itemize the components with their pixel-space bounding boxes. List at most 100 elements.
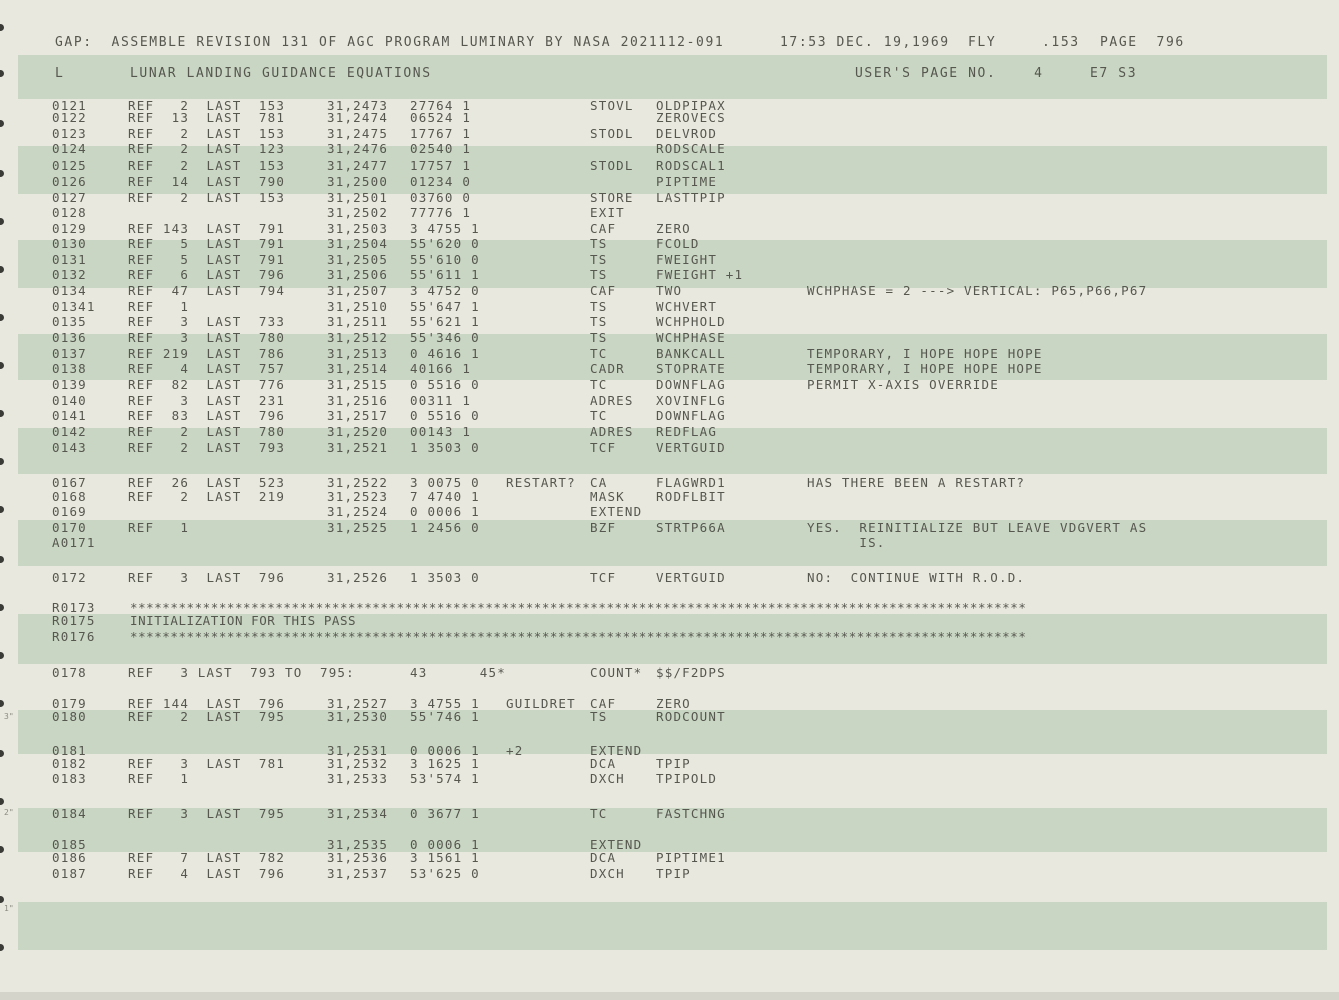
listing-op: CAF xyxy=(590,221,617,236)
listing-ref: REF 7 LAST 782 xyxy=(128,850,286,865)
listing-operand: TPIPOLD xyxy=(656,771,718,786)
listing-line: R0175 xyxy=(52,613,96,628)
listing-op: TCF xyxy=(590,440,617,455)
listing-full: ****************************************… xyxy=(130,629,1027,644)
listing-line: A0171 xyxy=(52,535,96,550)
listing-ref: REF 5 LAST 791 xyxy=(128,252,286,267)
listing-word: 17757 1 xyxy=(410,158,472,173)
listing-op: CA xyxy=(590,475,608,490)
listing-op: EXTEND xyxy=(590,504,643,519)
assembly-title: GAP: ASSEMBLE REVISION 131 OF AGC PROGRA… xyxy=(55,35,725,50)
listing-op: TS xyxy=(590,709,608,724)
listing-comment: TEMPORARY, I HOPE HOPE HOPE xyxy=(807,361,1043,376)
listing-ref: REF 2 LAST 153 xyxy=(128,158,286,173)
listing-operand: WCHPHOLD xyxy=(656,314,726,329)
listing-ref: REF 3 LAST 796 xyxy=(128,570,286,585)
listing-line: 0167 xyxy=(52,475,87,490)
listing-line: 0186 xyxy=(52,850,87,865)
listing-op: TC xyxy=(590,377,608,392)
listing-operand: $$/F2DPS xyxy=(656,665,726,680)
listing-op: STODL xyxy=(590,126,634,141)
listing-line: 0182 xyxy=(52,756,87,771)
listing-ref: REF 2 LAST 123 xyxy=(128,141,286,156)
listing-ref: REF 2 LAST 780 xyxy=(128,424,286,439)
listing-ref: REF 47 LAST 794 xyxy=(128,283,286,298)
listing-word: 06524 1 xyxy=(410,110,472,125)
listing-line: 0168 xyxy=(52,489,87,504)
listing-ref: REF 14 LAST 790 xyxy=(128,174,286,189)
listing-addr: 31,2500 xyxy=(327,174,389,189)
listing-addr: 31,2474 xyxy=(327,110,389,125)
listing-ref: REF 5 LAST 791 xyxy=(128,236,286,251)
listing-addr: 31,2516 xyxy=(327,393,389,408)
listing-ref: REF 219 LAST 786 xyxy=(128,346,286,361)
listing-operand: DOWNFLAG xyxy=(656,408,726,423)
listing-line: R0176 xyxy=(52,629,96,644)
listing-addr: 31,2520 xyxy=(327,424,389,439)
listing-operand: FASTCHNG xyxy=(656,806,726,821)
listing-word: 02540 1 xyxy=(410,141,472,156)
listing-op: ADRES xyxy=(590,424,634,439)
feed-hole xyxy=(0,556,4,563)
listing-op: DCA xyxy=(590,850,617,865)
listing-word: 7 4740 1 xyxy=(410,489,480,504)
feed-hole xyxy=(0,120,4,127)
listing-line: 0172 xyxy=(52,570,87,585)
listing-word: 3 1561 1 xyxy=(410,850,480,865)
listing-word: 1 3503 0 xyxy=(410,440,480,455)
listing-line: 0122 xyxy=(52,110,87,125)
listing-addr: 31,2537 xyxy=(327,866,389,881)
listing-op: STOVL xyxy=(590,98,634,113)
listing-addr: 31,2530 xyxy=(327,709,389,724)
listing-line: 0169 xyxy=(52,504,87,519)
feed-hole xyxy=(0,604,4,611)
listing-op: ADRES xyxy=(590,393,634,408)
listing-line: 0183 xyxy=(52,771,87,786)
listing-addr: 31,2536 xyxy=(327,850,389,865)
listing-line: 0131 xyxy=(52,252,87,267)
listing-word: 43 45* xyxy=(410,665,506,680)
listing-comment: PERMIT X-AXIS OVERRIDE xyxy=(807,377,999,392)
listing-addr: 31,2510 xyxy=(327,299,389,314)
listing-operand: RODSCAL1 xyxy=(656,158,726,173)
listing-operand: TPIP xyxy=(656,866,691,881)
listing-op: CADR xyxy=(590,361,625,376)
listing-line: 0140 xyxy=(52,393,87,408)
listing-line: 0180 xyxy=(52,709,87,724)
listing-operand: RODCOUNT xyxy=(656,709,726,724)
listing-comment: TEMPORARY, I HOPE HOPE HOPE xyxy=(807,346,1043,361)
listing-addr: 31,2523 xyxy=(327,489,389,504)
listing-word: 01234 0 xyxy=(410,174,472,189)
listing-op: TC xyxy=(590,806,608,821)
listing-ref: REF 2 LAST 795 xyxy=(128,709,286,724)
listing-addr: 31,2525 xyxy=(327,520,389,535)
listing-addr: 31,2532 xyxy=(327,756,389,771)
listing-line: 0124 xyxy=(52,141,87,156)
listing-operand: FWEIGHT xyxy=(656,252,718,267)
ruler-mark: 2" xyxy=(4,808,14,817)
listing-addr: 31,2534 xyxy=(327,806,389,821)
section-code: E7 S3 xyxy=(1090,66,1138,81)
listing-op: TCF xyxy=(590,570,617,585)
listing-ref: REF 3 LAST 733 xyxy=(128,314,286,329)
listing-word: 0 5516 0 xyxy=(410,377,480,392)
listing-addr: 31,2502 xyxy=(327,205,389,220)
listing-line: 0127 xyxy=(52,190,87,205)
listing-word: 55'620 0 xyxy=(410,236,480,251)
listing-op: DXCH xyxy=(590,866,625,881)
listing-op: TS xyxy=(590,330,608,345)
listing-op: TS xyxy=(590,236,608,251)
listing-op: DXCH xyxy=(590,771,625,786)
listing-ref: REF 13 LAST 781 xyxy=(128,110,286,125)
listing-word: 0 4616 1 xyxy=(410,346,480,361)
listing-op: TS xyxy=(590,252,608,267)
listing-operand: LASTTPIP xyxy=(656,190,726,205)
listing-op: COUNT* xyxy=(590,665,643,680)
listing-op: TS xyxy=(590,314,608,329)
listing-word: 17767 1 xyxy=(410,126,472,141)
listing-line: 0143 xyxy=(52,440,87,455)
listing-addr: 31,2526 xyxy=(327,570,389,585)
section-letter: L xyxy=(55,66,65,81)
listing-addr: 31,2512 xyxy=(327,330,389,345)
listing-addr: 31,2477 xyxy=(327,158,389,173)
